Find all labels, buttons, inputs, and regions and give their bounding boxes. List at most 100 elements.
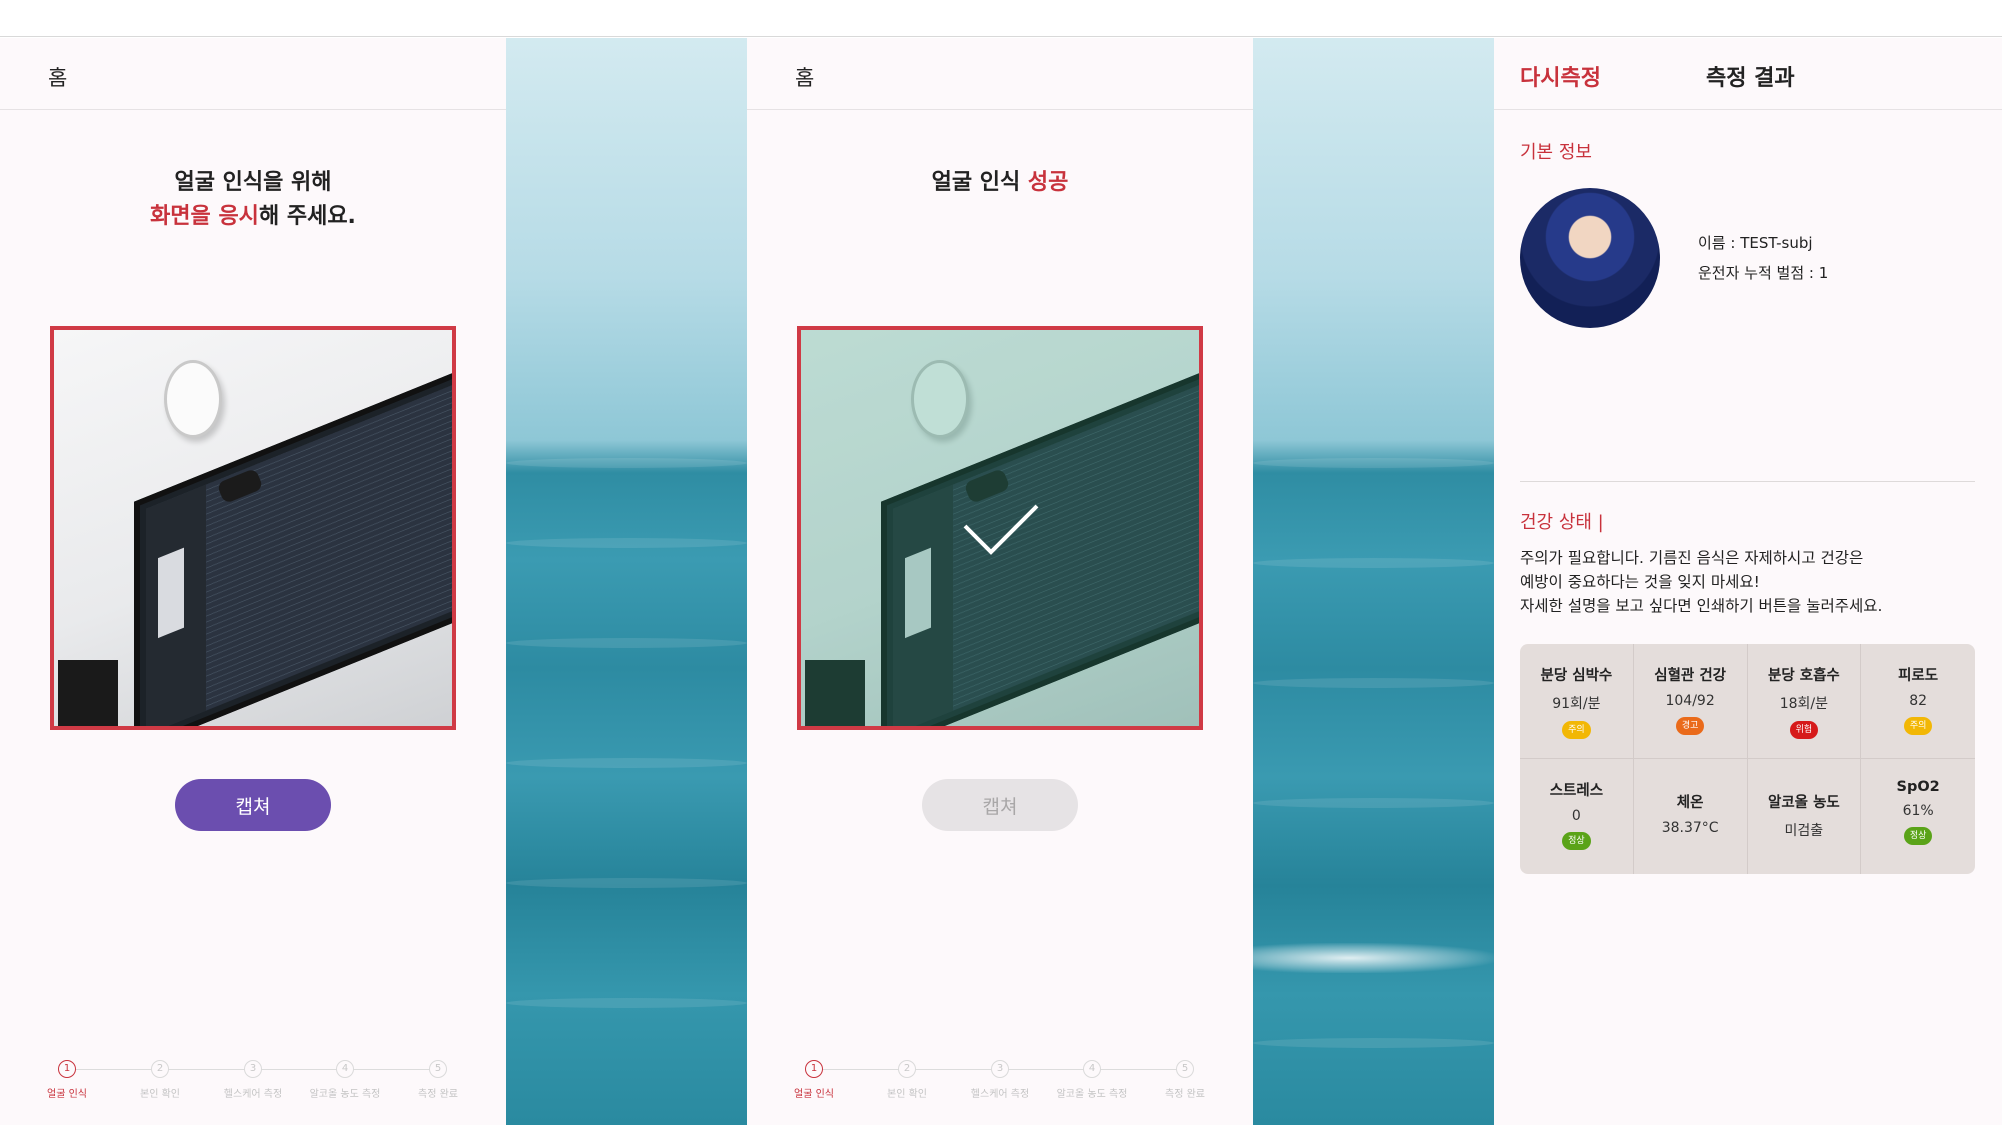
measurement-result-screen: 다시측정 측정 결과 기본 정보 이름 : TEST-subj 운전자 누적 벌…	[1494, 38, 2002, 1125]
step-label: 본인 확인	[140, 1089, 180, 1100]
step-label: 측정 완료	[1165, 1089, 1205, 1100]
metric-label: 체온	[1676, 795, 1704, 811]
metric-cell: 알코올 농도미검출	[1748, 759, 1862, 874]
status-badge: 정상	[1903, 827, 1933, 845]
capture-button[interactable]: 캡쳐	[175, 779, 331, 831]
step-number: 1	[805, 1060, 823, 1078]
step-label: 본인 확인	[887, 1089, 927, 1100]
health-message: 주의가 필요합니다. 기름진 음식은 자제하시고 건강은 예방이 중요하다는 것…	[1520, 546, 1980, 618]
instruction-highlight: 화면을 응시	[150, 204, 259, 229]
header-home-title[interactable]: 홈	[48, 62, 67, 92]
step-number: 4	[336, 1060, 354, 1078]
step-number: 5	[1176, 1060, 1194, 1078]
ocean-background-image	[506, 38, 747, 1125]
basic-info-title: 기본 정보	[1520, 142, 1592, 163]
checkmark-icon	[963, 504, 1039, 555]
instruction-text: 얼굴 인식을 위해 화면을 응시해 주세요.	[0, 166, 506, 234]
status-badge: 정상	[1562, 832, 1591, 850]
metric-value: 82	[1909, 693, 1928, 709]
divider	[1520, 481, 1975, 482]
health-message-line: 주의가 필요합니다. 기름진 음식은 자제하시고 건강은	[1520, 549, 1864, 567]
metric-value: 104/92	[1665, 693, 1715, 709]
instruction-line-2: 화면을 응시해 주세요.	[0, 200, 506, 234]
metric-value: 미검출	[1784, 823, 1824, 839]
app-header: 홈	[747, 38, 1253, 110]
penalty-points: 운전자 누적 벌점 : 1	[1698, 264, 1829, 282]
progress-stepper: 1 얼굴 인식 2 본인 확인 3 헬스케어 측정 4 알코올 농도 측정 5 측정 완료	[747, 1056, 1253, 1106]
camera-preview	[797, 326, 1203, 730]
page-title: 측정 결과	[1706, 66, 1795, 91]
metric-label: 심혈관 건강	[1654, 668, 1726, 684]
metric-cell: 피로도 82 주의	[1861, 644, 1975, 759]
face-recognition-screen: 홈 얼굴 인식을 위해 화면을 응시해 주세요. 캡쳐 1 얼굴 인식 2 본인 확인…	[0, 38, 506, 1125]
step-1: 1 얼굴 인식	[17, 1056, 117, 1100]
instruction-rest: 해 주세요.	[258, 204, 356, 229]
camera-preview	[50, 326, 456, 730]
step-2: 2 본인 확인	[110, 1056, 210, 1100]
app-header: 다시측정 측정 결과	[1494, 38, 2002, 110]
metric-cell: SpO2 61% 정상	[1861, 759, 1975, 874]
step-number: 2	[151, 1060, 169, 1078]
health-metrics-grid: 분당 심박수 91회/분주의 심혈관 건강 104/92 경고 분당 호흡수 18회/분위험…	[1520, 644, 1975, 874]
health-message-line: 자세한 설명을 보고 싶다면 인쇄하기 버튼을 눌러주세요.	[1520, 597, 1883, 615]
metric-label: 분당 호흡수	[1768, 668, 1840, 684]
status-badge: 주의	[1562, 721, 1591, 739]
user-name: 이름 : TEST-subj	[1698, 234, 1813, 252]
app-header: 홈	[0, 38, 506, 110]
step-number: 5	[429, 1060, 447, 1078]
health-status-title: 건강 상태 |	[1520, 512, 1604, 533]
result-prefix: 얼굴 인식	[931, 170, 1021, 195]
step-number: 1	[58, 1060, 76, 1078]
metric-cell: 심혈관 건강 104/92 경고	[1633, 644, 1748, 759]
result-text: 얼굴 인식 성공	[747, 166, 1253, 200]
step-label: 측정 완료	[418, 1089, 458, 1100]
status-badge: 경고	[1675, 717, 1705, 735]
retry-measure-button[interactable]: 다시측정	[1520, 60, 1601, 92]
metric-label: 피로도	[1898, 668, 1939, 684]
wall-clock-image	[164, 360, 222, 438]
metric-label: 알코올 농도	[1768, 795, 1840, 811]
capture-button[interactable]: 캡쳐	[922, 779, 1078, 831]
status-badge: 주의	[1903, 717, 1933, 735]
health-message-line: 예방이 중요하다는 것을 잊지 마세요!	[1520, 573, 1760, 591]
step-label: 얼굴 인식	[47, 1089, 87, 1100]
metric-label: 스트레스	[1549, 783, 1604, 799]
header-home-title[interactable]: 홈	[795, 62, 814, 92]
step-1: 1 얼굴 인식	[764, 1056, 864, 1100]
result-highlight: 성공	[1027, 170, 1069, 195]
step-4: 4 알코올 농도 측정	[295, 1056, 395, 1100]
ocean-background-image	[1253, 38, 1494, 1125]
progress-stepper: 1 얼굴 인식 2 본인 확인 3 헬스케어 측정 4 알코올 농도 측정 5 측정 완료	[0, 1056, 506, 1106]
metric-cell: 스트레스 0 정상	[1520, 759, 1634, 874]
step-5: 5 측정 완료	[388, 1056, 488, 1100]
step-label: 헬스케어 측정	[223, 1089, 283, 1100]
metric-value: 91회/분	[1552, 696, 1601, 712]
step-label: 헬스케어 측정	[970, 1089, 1030, 1100]
step-label: 알코올 농도 측정	[309, 1089, 381, 1100]
profile-avatar-icon	[1520, 188, 1660, 328]
metric-cell: 분당 심박수 91회/분주의	[1520, 644, 1634, 759]
step-3: 3 헬스케어 측정	[950, 1056, 1050, 1100]
metric-label: SpO2	[1896, 779, 1940, 795]
instruction-line-1: 얼굴 인식을 위해	[174, 170, 332, 195]
step-number: 3	[244, 1060, 262, 1078]
step-number: 3	[991, 1060, 1009, 1078]
top-bar	[0, 0, 2002, 37]
status-badge: 위험	[1789, 721, 1819, 739]
face-recognition-success-screen: 홈 얼굴 인식 성공 캡쳐 1 얼굴 인식 2 본인 확인 3 헬스케어 측정 4 알코올 농…	[747, 38, 1253, 1125]
step-number: 4	[1083, 1060, 1101, 1078]
step-4: 4 알코올 농도 측정	[1042, 1056, 1142, 1100]
step-2: 2 본인 확인	[857, 1056, 957, 1100]
metric-label: 분당 심박수	[1540, 668, 1613, 684]
metric-value: 61%	[1902, 803, 1934, 819]
metric-value: 0	[1571, 808, 1581, 824]
metric-value: 38.37°C	[1661, 820, 1719, 836]
step-number: 2	[898, 1060, 916, 1078]
step-label: 알코올 농도 측정	[1056, 1089, 1128, 1100]
step-5: 5 측정 완료	[1135, 1056, 1235, 1100]
metric-value: 18회/분	[1779, 696, 1829, 712]
chair-image	[58, 660, 118, 726]
metric-cell: 분당 호흡수 18회/분위험	[1747, 644, 1862, 759]
step-3: 3 헬스케어 측정	[203, 1056, 303, 1100]
metric-cell: 체온 38.37°C	[1634, 759, 1748, 874]
